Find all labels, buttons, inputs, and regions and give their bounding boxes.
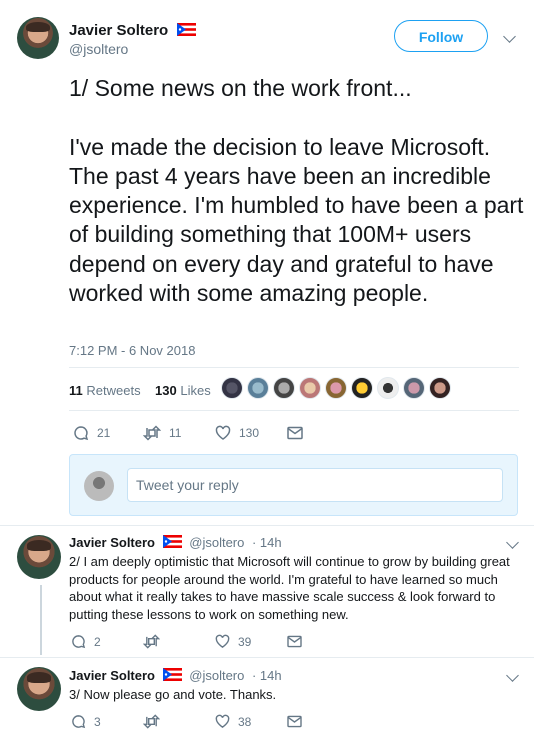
tweet-actions: 3 38 [71,714,302,729]
reply-text: 2/ I am deeply optimistic that Microsoft… [69,554,510,622]
thread-connector [40,585,42,655]
reply-icon [74,426,89,441]
follow-button[interactable]: Follow [394,20,488,52]
reply-input[interactable]: Tweet your reply [127,468,503,502]
reply-header: Javier Soltero @jsoltero · 14h [69,668,282,683]
reply-icon [72,635,86,649]
author-handle[interactable]: @jsoltero [69,41,128,57]
like-count: 39 [238,634,252,649]
likes-stat[interactable]: 130 Likes [155,383,211,398]
message-action[interactable] [287,635,302,648]
chevron-down-icon[interactable] [506,669,519,682]
divider [0,657,534,658]
reply-icon [72,715,86,729]
retweets-stat[interactable]: 11 Retweets [69,383,141,398]
reply-count: 2 [94,634,101,649]
tweet-stats: 11 Retweets 130 Likes [69,383,211,398]
reply-action[interactable]: 3 [71,714,143,729]
puerto-rico-flag-icon [176,23,196,36]
retweet-icon [143,425,161,441]
liker-avatar[interactable] [299,377,321,399]
liker-avatar[interactable] [221,377,243,399]
puerto-rico-flag-icon [162,535,182,548]
author-handle[interactable]: @jsoltero [189,535,244,550]
tweet-time[interactable]: · 14h [252,535,282,550]
tweet-text: 1/ Some news on the work front... I've m… [69,75,524,307]
retweet-action[interactable] [143,634,215,649]
reply-composer: Tweet your reply [69,454,518,516]
liker-avatar[interactable] [325,377,347,399]
retweet-icon [143,714,160,729]
message-action[interactable] [287,426,303,440]
tweet-time[interactable]: · 14h [252,668,282,683]
divider [69,367,519,368]
liker-avatar[interactable] [273,377,295,399]
puerto-rico-flag-icon [162,668,182,681]
liker-avatar[interactable] [377,377,399,399]
message-action[interactable] [287,715,302,728]
divider [69,410,519,411]
liker-avatars [221,377,455,399]
heart-icon [215,425,231,440]
reply-action[interactable]: 2 [71,634,143,649]
like-count: 38 [238,714,252,729]
author-name[interactable]: Javier Soltero [69,535,155,550]
tweet-actions: 21 11 130 [73,425,303,441]
tweet-actions: 2 39 [71,634,302,649]
reply-count: 21 [97,426,111,440]
reply-header: Javier Soltero @jsoltero · 14h [69,535,282,550]
author-avatar[interactable] [17,17,59,59]
like-count: 130 [239,426,260,440]
like-action[interactable]: 39 [215,634,287,649]
author-avatar[interactable] [17,667,61,711]
heart-icon [215,634,230,648]
chevron-down-icon[interactable] [506,536,519,549]
liker-avatar[interactable] [403,377,425,399]
chevron-down-icon[interactable] [503,30,516,43]
heart-icon [215,714,230,728]
reply-action[interactable]: 21 [73,425,143,441]
reply-text: 3/ Now please go and vote. Thanks. [69,687,277,702]
author-name[interactable]: Javier Soltero [69,22,168,39]
retweet-count: 11 [169,426,182,440]
current-user-avatar [84,471,114,501]
retweet-action[interactable] [143,714,215,729]
reply-count: 3 [94,714,101,729]
tweet-timestamp[interactable]: 7:12 PM - 6 Nov 2018 [69,343,195,358]
liker-avatar[interactable] [247,377,269,399]
author-name[interactable]: Javier Soltero [69,668,155,683]
envelope-icon [287,426,303,440]
author-header: Javier Soltero [69,22,196,40]
liker-avatar[interactable] [351,377,373,399]
author-avatar[interactable] [17,535,61,579]
divider [0,525,534,526]
like-action[interactable]: 130 [215,425,287,441]
envelope-icon [287,635,302,648]
liker-avatar[interactable] [429,377,451,399]
author-handle[interactable]: @jsoltero [189,668,244,683]
like-action[interactable]: 38 [215,714,287,729]
retweet-icon [143,634,160,649]
retweet-action[interactable]: 11 [143,425,215,441]
envelope-icon [287,715,302,728]
